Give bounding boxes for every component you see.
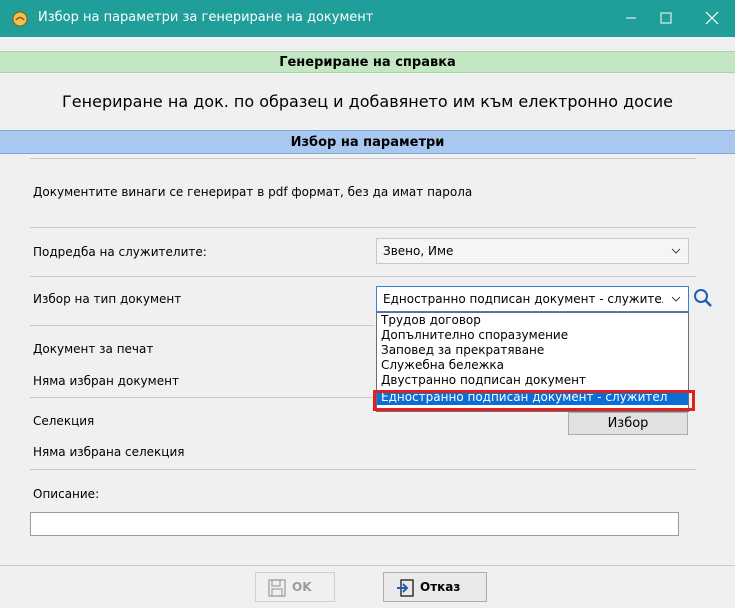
search-button[interactable] bbox=[691, 286, 715, 310]
divider bbox=[30, 276, 696, 277]
cancel-button[interactable]: Отказ bbox=[383, 572, 487, 602]
ok-button[interactable]: OK bbox=[255, 572, 335, 602]
dropdown-option[interactable]: Допълнително споразумение bbox=[377, 328, 688, 343]
title-bar: Избор на параметри за генериране на доку… bbox=[0, 0, 735, 37]
divider bbox=[30, 158, 696, 159]
maximize-button[interactable] bbox=[652, 6, 680, 30]
dropdown-option[interactable]: Двустранно подписан документ bbox=[377, 373, 688, 388]
minimize-button[interactable] bbox=[617, 6, 645, 30]
print-doc-label: Документ за печат bbox=[33, 342, 154, 356]
save-icon bbox=[268, 579, 286, 597]
minimize-icon bbox=[626, 17, 636, 19]
search-icon bbox=[694, 289, 712, 307]
maximize-icon bbox=[660, 12, 672, 24]
info-text: Документите винаги се генерират в pdf фо… bbox=[33, 185, 473, 199]
close-button[interactable] bbox=[698, 6, 726, 30]
window-title: Избор на параметри за генериране на доку… bbox=[38, 10, 374, 25]
description-label: Описание: bbox=[33, 487, 100, 501]
chevron-down-icon bbox=[671, 296, 681, 302]
params-header: Избор на параметри bbox=[0, 130, 735, 154]
divider bbox=[30, 325, 375, 326]
divider bbox=[30, 469, 696, 470]
doc-type-value: Едностранно подписан документ - служител bbox=[383, 292, 663, 306]
chevron-down-icon bbox=[671, 248, 681, 254]
description-input[interactable] bbox=[30, 512, 679, 536]
doc-type-label: Избор на тип документ bbox=[33, 292, 182, 306]
sort-select[interactable]: Звено, Име bbox=[376, 238, 689, 264]
close-icon bbox=[705, 11, 719, 25]
print-doc-value: Няма избран документ bbox=[33, 374, 179, 388]
sort-value: Звено, Име bbox=[383, 244, 454, 258]
subtitle: Генериране на док. по образец и добавяне… bbox=[62, 92, 673, 111]
highlight-box bbox=[373, 390, 695, 411]
doc-type-select[interactable]: Едностранно подписан документ - служител bbox=[376, 286, 689, 312]
dropdown-option[interactable]: Трудов договор bbox=[377, 313, 688, 328]
app-icon bbox=[12, 11, 28, 27]
section-header: Генериране на справка bbox=[0, 51, 735, 73]
cancel-label: Отказ bbox=[420, 580, 461, 594]
dropdown-option[interactable]: Служебна бележка bbox=[377, 358, 688, 373]
exit-icon bbox=[397, 579, 414, 597]
dropdown-option[interactable]: Заповед за прекратяване bbox=[377, 343, 688, 358]
selection-label: Селекция bbox=[33, 414, 95, 428]
sort-label: Подредба на служителите: bbox=[33, 245, 207, 259]
divider bbox=[30, 397, 375, 398]
divider bbox=[0, 565, 735, 566]
select-button[interactable]: Избор bbox=[568, 412, 688, 435]
selection-value: Няма избрана селекция bbox=[33, 445, 185, 459]
divider bbox=[30, 227, 696, 228]
ok-label: OK bbox=[292, 580, 312, 594]
